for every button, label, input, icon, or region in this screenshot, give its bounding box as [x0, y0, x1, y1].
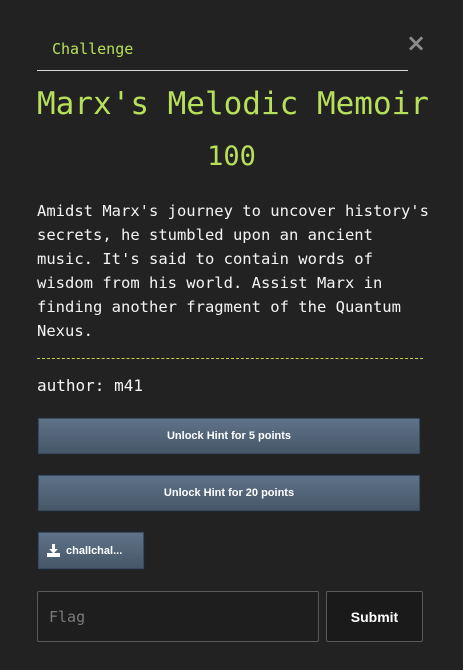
flag-input[interactable] [37, 591, 319, 642]
tab-divider [37, 70, 408, 71]
challenge-points: 100 [207, 141, 256, 172]
submit-button[interactable]: Submit [326, 591, 423, 642]
challenge-title: Marx's Melodic Memoir [37, 86, 429, 122]
unlock-hint-button[interactable]: Unlock Hint for 5 points [37, 417, 421, 455]
download-icon [47, 544, 60, 557]
challenge-description: Amidst Marx's journey to uncover history… [37, 202, 429, 340]
download-file-label: challchal... [66, 544, 123, 557]
challenge-author: author: m41 [37, 376, 143, 395]
close-icon[interactable]: × [402, 28, 430, 58]
tab-challenge[interactable]: Challenge [52, 40, 133, 58]
challenge-modal: Challenge × Marx's Melodic Memoir 100 Am… [0, 0, 463, 670]
download-file-button[interactable]: challchal... [37, 531, 145, 570]
unlock-hint-button[interactable]: Unlock Hint for 20 points [37, 474, 421, 512]
description-divider [37, 358, 423, 359]
